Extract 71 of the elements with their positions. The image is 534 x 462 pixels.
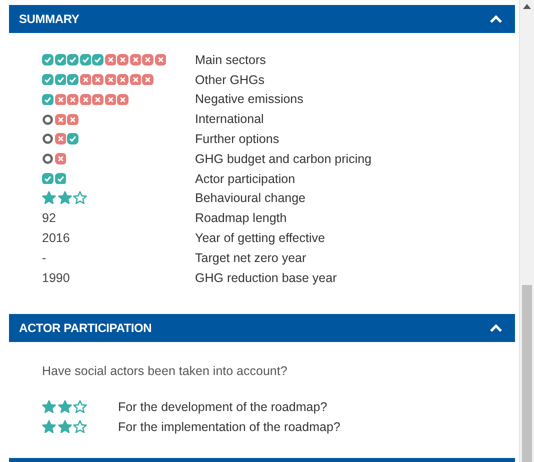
check-icon [54, 172, 66, 184]
row-label: GHG budget and carbon pricing [195, 152, 372, 166]
cross-icon [92, 94, 104, 106]
scroll-thumb[interactable] [522, 285, 532, 462]
cross-icon [54, 153, 66, 165]
star-icon [73, 191, 87, 206]
cross-icon [67, 94, 78, 106]
circle-icon [42, 133, 54, 145]
row-label: Other GHGs [195, 72, 264, 87]
question-text: Have social actors been taken into account? [42, 364, 288, 378]
chevron-icon [489, 322, 503, 333]
cross-icon [92, 74, 104, 86]
row-label: Main sectors [195, 52, 266, 67]
cross-icon [104, 74, 116, 86]
row-label: For the development of the roadmap? [118, 400, 328, 414]
cross-icon [104, 54, 116, 66]
cross-icon [117, 94, 128, 106]
row-label: Further options [195, 132, 280, 146]
cross-icon [80, 74, 91, 86]
cross-icon [130, 74, 141, 86]
cross-icon [54, 114, 66, 126]
row-label: For the implementation of the roadmap? [118, 420, 340, 434]
check-icon [42, 94, 54, 106]
cross-icon [117, 74, 128, 86]
star-icon [73, 400, 87, 414]
row-label: Behavioural change [195, 191, 306, 206]
section-header[interactable]: SUMMARY [9, 5, 515, 33]
star-icon [58, 420, 72, 434]
check-icon [67, 74, 78, 86]
star-icon [58, 191, 72, 206]
value-text: 92 [42, 211, 56, 226]
check-icon [42, 74, 54, 86]
circle-icon [42, 153, 54, 165]
circle-icon [42, 114, 54, 126]
chevron-icon [489, 14, 503, 24]
star-icon [58, 400, 72, 414]
row-label: Roadmap length [195, 211, 287, 226]
star-icon [73, 420, 87, 434]
cross-icon [54, 133, 66, 145]
cross-icon [130, 54, 141, 66]
check-icon [54, 54, 66, 66]
check-icon [42, 54, 54, 66]
check-icon [80, 54, 91, 66]
cross-icon [154, 54, 166, 66]
check-icon [92, 54, 104, 66]
row-label: Year of getting effective [195, 231, 325, 246]
check-icon [67, 54, 78, 66]
cross-icon [142, 54, 154, 66]
row-label: International [195, 112, 264, 126]
row-label: Negative emissions [195, 92, 304, 106]
check-icon [67, 133, 78, 145]
star-icon [42, 400, 56, 414]
section-header[interactable]: ACTOR PARTICIPATION [9, 314, 515, 342]
cross-icon [67, 114, 78, 126]
row-label: GHG reduction base year [195, 270, 337, 285]
star-icon [42, 191, 56, 206]
star-icon [42, 420, 56, 434]
value-text: 1990 [42, 270, 70, 285]
row-label: Actor participation [195, 172, 296, 186]
cross-icon [80, 94, 91, 106]
value-text: 2016 [42, 231, 70, 246]
cross-icon [142, 74, 154, 86]
check-icon [42, 172, 54, 184]
cross-icon [117, 54, 128, 66]
cross-icon [104, 94, 116, 106]
check-icon [54, 74, 66, 86]
cross-icon [54, 94, 66, 106]
scroll-up-icon[interactable] [523, 3, 531, 9]
value-text: - [42, 250, 46, 265]
row-label: Target net zero year [195, 250, 306, 265]
scrollbar[interactable] [519, 0, 534, 462]
